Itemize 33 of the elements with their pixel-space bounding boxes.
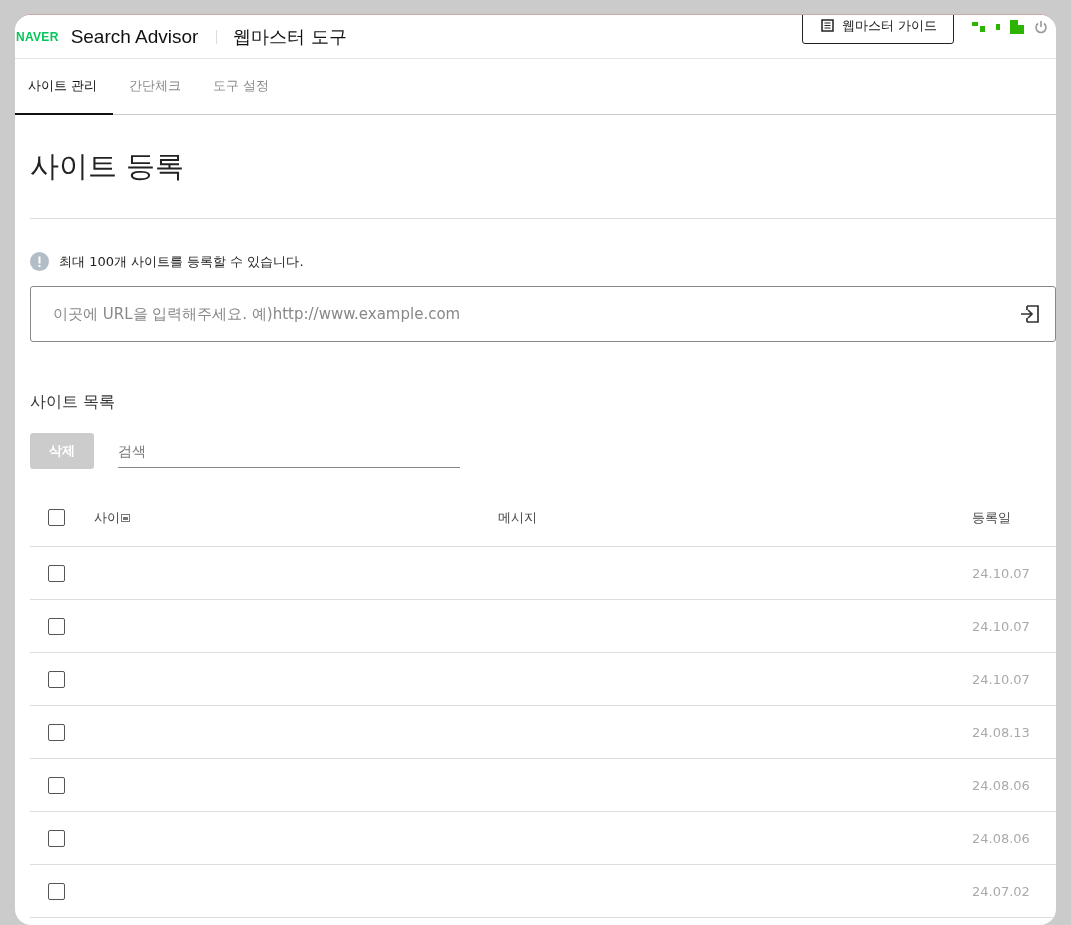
column-header: 메시지: [498, 508, 538, 527]
tab[interactable]: 간단체크: [113, 59, 198, 115]
checkbox[interactable]: [48, 776, 65, 794]
submit-icon[interactable]: [1020, 305, 1040, 323]
product-name: Search Advisor: [70, 25, 199, 48]
guide-button[interactable]: 웹마스터 가이드: [801, 15, 954, 44]
column-header: 사이: [94, 508, 120, 527]
checkbox[interactable]: [48, 723, 65, 741]
checkbox[interactable]: [48, 882, 65, 900]
checkbox[interactable]: [48, 670, 65, 688]
date-cell-text: 24.07.02: [972, 883, 1031, 899]
naver-logo[interactable]: NAVER: [16, 29, 59, 44]
date-cell-text: 24.08.13: [972, 724, 1031, 740]
notice-text: 최대 100개 사이트를 등록할 수 있습니다.: [59, 252, 304, 271]
tab[interactable]: 도구 설정: [197, 59, 286, 115]
page-title: 사이트 등록: [30, 115, 1056, 219]
document-icon: [820, 19, 834, 32]
checkbox[interactable]: [48, 829, 65, 847]
date-cell-text: 24.10.07: [972, 671, 1031, 687]
checkbox[interactable]: [48, 509, 65, 526]
date-cell-text: 24.08.06: [972, 830, 1031, 846]
list-title: 사이트 목록: [30, 392, 117, 413]
url-field[interactable]: 이곳에 URL을 입력해주세요. 예)http://www.example.com: [30, 286, 1056, 342]
date-cell-text: 24.08.06: [972, 777, 1031, 793]
date-cell-text: 24.10.07: [972, 618, 1031, 634]
power-icon[interactable]: [1034, 19, 1048, 34]
date-cell-text: 24.10.07: [972, 565, 1031, 581]
tab[interactable]: 사이트 관리: [15, 59, 114, 115]
column-header: 등록일: [972, 508, 1012, 527]
checkbox[interactable]: [48, 564, 65, 582]
info-icon: [30, 252, 49, 271]
checkbox[interactable]: [48, 617, 65, 635]
app-title: 웹마스터 도구: [233, 24, 348, 49]
